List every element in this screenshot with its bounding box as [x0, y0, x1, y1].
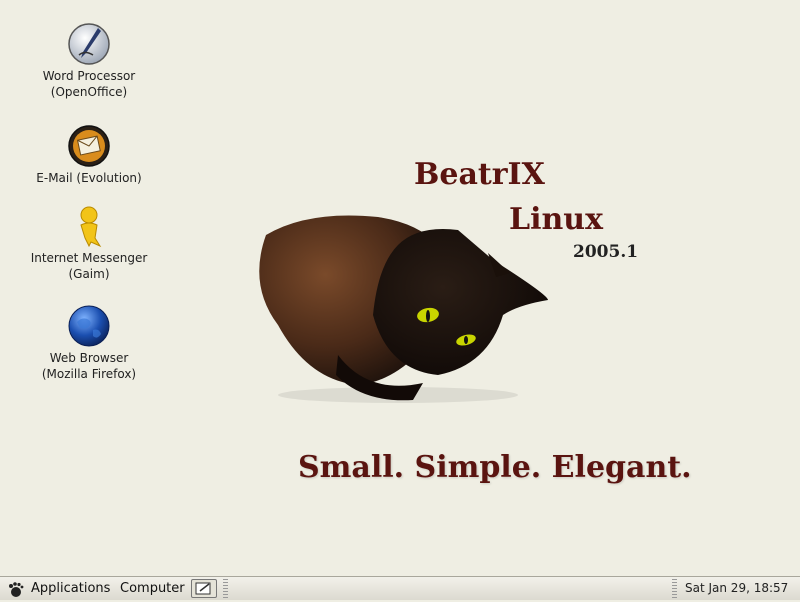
quill-pen-icon — [67, 22, 111, 66]
gnome-foot-icon[interactable] — [6, 580, 24, 598]
icon-label-line1: E-Mail (Evolution) — [36, 171, 142, 185]
desktop-icon — [195, 582, 211, 595]
icon-label-line1: Web Browser — [49, 351, 129, 365]
desktop-icon-word-processor[interactable]: Word Processor (OpenOffice) — [14, 22, 164, 100]
desktop-icon-messenger[interactable]: Internet Messenger (Gaim) — [14, 204, 164, 282]
wallpaper-slogan: Small. Simple. Elegant. — [298, 450, 692, 485]
panel-drag-handle[interactable] — [672, 579, 677, 598]
computer-menu[interactable]: Computer — [120, 581, 185, 596]
wallpaper-title: BeatrIX — [414, 157, 545, 192]
desktop-icon-web-browser[interactable]: Web Browser (Mozilla Firefox) — [14, 304, 164, 382]
icon-label-line2: (Mozilla Firefox) — [41, 367, 137, 381]
globe-icon — [67, 304, 111, 348]
person-icon — [67, 204, 111, 248]
icon-label-line1: Internet Messenger — [30, 251, 148, 265]
desktop-icon-email[interactable]: E-Mail (Evolution) — [14, 124, 164, 186]
wallpaper-version: 2005.1 — [573, 242, 639, 262]
envelope-icon — [67, 124, 111, 168]
applications-menu[interactable]: Applications — [31, 581, 110, 596]
wallpaper-subtitle: Linux — [509, 202, 603, 237]
show-desktop-button[interactable] — [191, 579, 217, 598]
cat-wallpaper-image — [259, 215, 548, 403]
panel-drag-handle[interactable] — [223, 579, 228, 598]
icon-label-line1: Word Processor — [42, 69, 136, 83]
desktop: Word Processor (OpenOffice) E-Mail (Evol… — [0, 0, 800, 576]
icon-label-line2: (Gaim) — [68, 267, 110, 281]
icon-label-line2: (OpenOffice) — [50, 85, 128, 99]
clock[interactable]: Sat Jan 29, 18:57 — [685, 581, 788, 595]
bottom-panel: Applications Computer Sat Jan 29, 18:57 — [0, 576, 800, 600]
